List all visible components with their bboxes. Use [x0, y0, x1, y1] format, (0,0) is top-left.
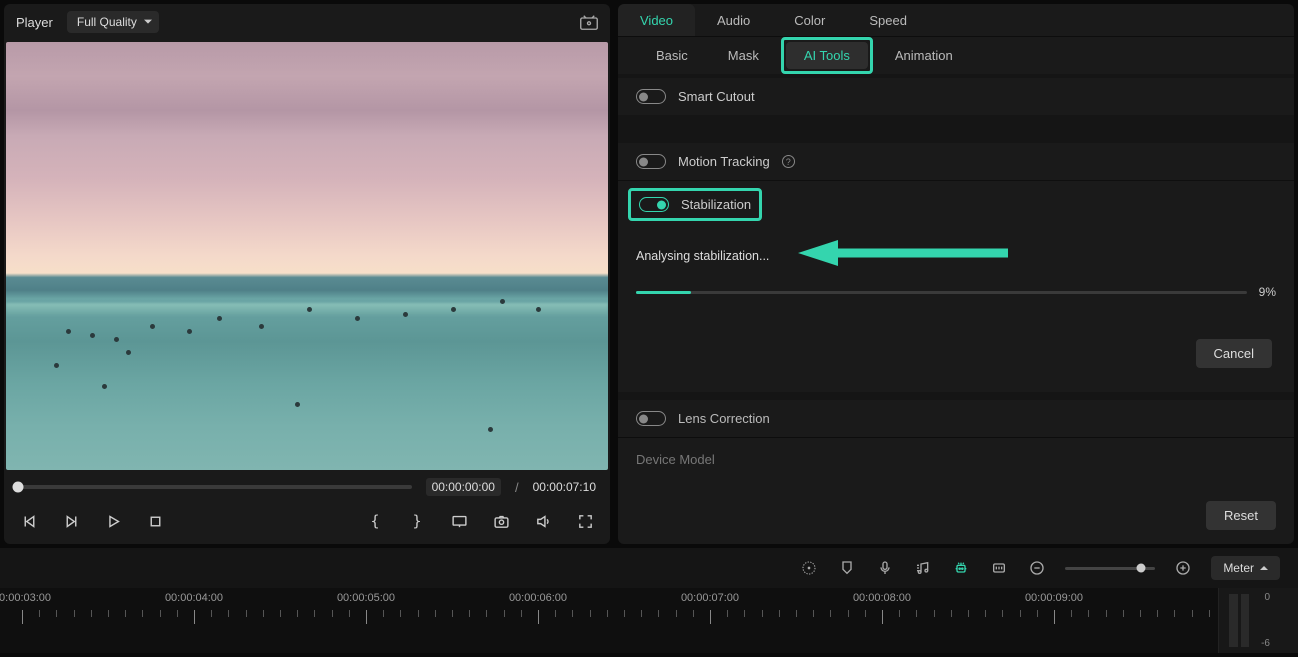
ruler-label: 00:00:03:00 — [0, 592, 51, 604]
volume-button[interactable] — [532, 510, 554, 532]
quality-select[interactable]: Full Quality — [67, 11, 159, 33]
meter-toggle[interactable]: Meter — [1211, 556, 1280, 580]
stabilization-row: Stabilization — [618, 180, 1294, 228]
ruler-label: 00:00:07:00 — [681, 592, 739, 604]
display-toggle-button[interactable] — [448, 510, 470, 532]
play-button[interactable] — [102, 510, 124, 532]
motion-tracking-label: Motion Tracking — [678, 154, 770, 169]
smart-cutout-label: Smart Cutout — [678, 89, 755, 104]
device-model-label: Device Model — [618, 437, 1294, 491]
time-separator: / — [515, 480, 519, 495]
analyzing-text: Analysing stabilization... — [636, 249, 769, 263]
lens-correction-row: Lens Correction — [618, 392, 1294, 437]
properties-panel: Video Audio Color Speed Basic Mask AI To… — [618, 4, 1294, 544]
stop-button[interactable] — [144, 510, 166, 532]
ai-feature-icon[interactable] — [951, 558, 971, 578]
motion-tracking-toggle[interactable] — [636, 154, 666, 169]
next-frame-button[interactable] — [60, 510, 82, 532]
ai-tools-highlight: AI Tools — [781, 37, 873, 74]
tab-speed[interactable]: Speed — [847, 4, 929, 36]
tab-color[interactable]: Color — [772, 4, 847, 36]
lens-correction-label: Lens Correction — [678, 411, 770, 426]
video-preview[interactable] — [6, 42, 608, 470]
zoom-slider[interactable] — [1065, 567, 1155, 570]
time-current: 00:00:00:00 — [426, 478, 501, 496]
stabilization-highlight: Stabilization — [628, 188, 762, 221]
smart-cutout-row: Smart Cutout — [618, 74, 1294, 115]
motion-tracking-row: Motion Tracking ? — [618, 143, 1294, 180]
subtab-mask[interactable]: Mask — [710, 42, 777, 69]
stabilization-toggle[interactable] — [639, 197, 669, 212]
ruler-label: 00:00:04:00 — [165, 592, 223, 604]
analyzing-block: Analysing stabilization... 9% — [618, 228, 1294, 321]
ruler[interactable]: 00:00:03:00 00:00:04:00 00:00:05:00 00:00:0… — [0, 588, 1218, 653]
meter-scale-0: 0 — [1264, 592, 1270, 603]
lens-correction-toggle[interactable] — [636, 411, 666, 426]
seek-slider[interactable] — [18, 485, 412, 489]
subtab-ai-tools[interactable]: AI Tools — [786, 42, 868, 69]
marker-icon[interactable] — [837, 558, 857, 578]
cancel-button[interactable]: Cancel — [1196, 339, 1272, 368]
level-meter: 0 -6 — [1218, 588, 1298, 653]
player-panel: Player Full Quality — [4, 4, 610, 544]
info-icon[interactable]: ? — [782, 155, 795, 168]
render-preview-icon[interactable] — [799, 558, 819, 578]
progress-percent: 9% — [1259, 285, 1276, 299]
top-tabs: Video Audio Color Speed — [618, 4, 1294, 37]
adjustment-icon[interactable] — [989, 558, 1009, 578]
smart-cutout-toggle[interactable] — [636, 89, 666, 104]
reset-button[interactable]: Reset — [1206, 501, 1276, 530]
voiceover-icon[interactable] — [875, 558, 895, 578]
tab-audio[interactable]: Audio — [695, 4, 772, 36]
zoom-in-icon[interactable] — [1173, 558, 1193, 578]
subtab-animation[interactable]: Animation — [877, 42, 971, 69]
ruler-label: 00:00:05:00 — [337, 592, 395, 604]
meter-scale-6: -6 — [1261, 638, 1270, 649]
stabilization-progress — [636, 291, 1247, 294]
timeline-toolbar: Meter — [0, 548, 1298, 588]
mark-out-button[interactable]: } — [406, 510, 428, 532]
meter-label: Meter — [1223, 561, 1254, 575]
stabilization-label: Stabilization — [681, 197, 751, 212]
prev-frame-button[interactable] — [18, 510, 40, 532]
time-total: 00:00:07:10 — [533, 480, 596, 494]
ruler-label: 00:00:06:00 — [509, 592, 567, 604]
player-title: Player — [16, 15, 53, 30]
tab-video[interactable]: Video — [618, 4, 695, 36]
sub-tabs: Basic Mask AI Tools Animation — [618, 37, 1294, 74]
subtab-basic[interactable]: Basic — [638, 42, 706, 69]
fullscreen-button[interactable] — [574, 510, 596, 532]
audio-mixer-icon[interactable] — [913, 558, 933, 578]
ruler-label: 00:00:08:00 — [853, 592, 911, 604]
quality-value: Full Quality — [77, 15, 137, 29]
timeline: Meter 00:00:03:0000:00:04:0000:00:05:000… — [0, 548, 1298, 653]
mark-in-button[interactable]: { — [364, 510, 386, 532]
annotation-arrow-icon — [798, 238, 1008, 271]
ruler-label: 00:00:09:00 — [1025, 592, 1083, 604]
snapshot-button[interactable] — [490, 510, 512, 532]
zoom-out-icon[interactable] — [1027, 558, 1047, 578]
snapshot-mode-icon[interactable] — [580, 15, 598, 30]
